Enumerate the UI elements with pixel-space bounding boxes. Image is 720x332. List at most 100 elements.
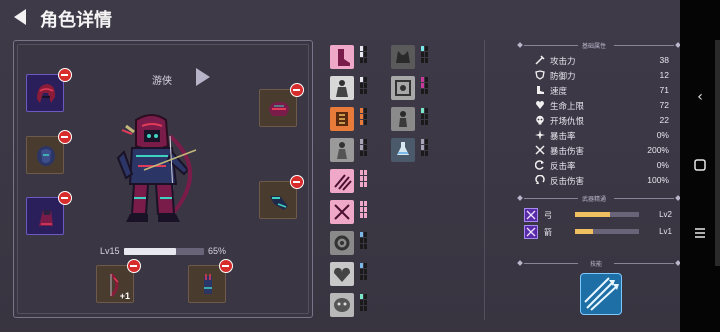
item-rank-pips: [360, 201, 368, 223]
item-rank-pips: [421, 77, 429, 99]
xp-bar: [124, 248, 204, 255]
stat-value: 0%: [656, 160, 669, 170]
stat-label: 暴击伤害: [550, 146, 585, 156]
stat-label: 攻击力: [550, 56, 576, 66]
scrollbar[interactable]: [715, 40, 720, 266]
counter-damage-icon: [535, 175, 545, 184]
inventory-item-boots-pink[interactable]: [330, 45, 354, 69]
panel-divider: [484, 40, 485, 320]
stat-row-max-hp: 生命上限 72: [535, 99, 669, 112]
system-menu-icon[interactable]: [680, 218, 720, 248]
cloak-icon: [269, 102, 289, 116]
stat-row-defense: 防御力 12: [535, 69, 669, 82]
weapon-level: Lv2: [659, 210, 672, 219]
class-name: 游侠: [152, 76, 172, 87]
unequip-bow-button[interactable]: [127, 259, 141, 273]
inventory-item-crossed-swords[interactable]: [330, 200, 354, 224]
stat-label: 速度: [550, 86, 568, 96]
potion-icon: [397, 142, 409, 155]
stat-value: 12: [659, 70, 669, 80]
stat-value: 71: [659, 85, 669, 95]
unequip-helmet-button[interactable]: [58, 68, 72, 82]
mastery-bar: [575, 229, 639, 234]
sword-icon: [535, 55, 545, 65]
item-rank-pips: [360, 263, 368, 285]
skill-section-title: 技能: [590, 262, 603, 268]
stat-value: 200%: [647, 145, 669, 155]
weapon-name: 箭: [544, 228, 552, 237]
stats-section-title: 基础属性: [582, 44, 607, 50]
stat-row-counter-damage: 反击伤害 100%: [535, 174, 669, 187]
weapon-mastery-arrow: 箭 Lv1: [524, 225, 674, 239]
item-rank-pips: [360, 170, 368, 192]
stat-row-speed: 速度 71: [535, 84, 669, 97]
stat-row-crit-damage: 暴击伤害 200%: [535, 144, 669, 157]
inventory-item-figure[interactable]: [330, 76, 354, 100]
crit-icon: [535, 130, 545, 140]
skill-section-header: 技能: [517, 259, 684, 269]
inventory-item-heart[interactable]: [330, 262, 354, 286]
stat-row-counter-rate: 反击率 0%: [535, 159, 669, 172]
mastery-bar-fill: [575, 212, 611, 217]
stat-label: 开场仇恨: [550, 116, 585, 126]
weapon-section-header: 武器精通: [517, 194, 684, 204]
inventory-item-rune[interactable]: [391, 76, 415, 100]
gloves-icon: [39, 210, 53, 226]
statue-icon: [399, 111, 407, 127]
skill-card-multishot[interactable]: [580, 273, 622, 315]
stat-label: 防御力: [550, 71, 576, 81]
figure-icon: [337, 142, 347, 159]
next-class-arrow-icon[interactable]: [196, 68, 210, 86]
stat-row-attack: 攻击力 38: [535, 54, 669, 67]
hero-sprite: [116, 114, 197, 222]
unequip-cloak-button[interactable]: [290, 83, 304, 97]
inventory-item-claw[interactable]: [330, 169, 354, 193]
page-title: 角色详情: [40, 10, 112, 31]
inventory-item-figure-gray[interactable]: [330, 138, 354, 162]
stat-value: 100%: [647, 175, 669, 185]
system-back-icon[interactable]: ‹: [680, 82, 720, 112]
equip-slot-helmet[interactable]: [26, 74, 64, 112]
weapon-section-title: 武器精通: [582, 197, 607, 203]
weapon-level: Lv1: [659, 227, 672, 236]
system-home-icon[interactable]: [680, 150, 720, 180]
figure-icon: [336, 80, 348, 97]
equip-slot-chest[interactable]: [26, 136, 64, 174]
mask-icon: [334, 298, 350, 312]
heart-icon: [536, 101, 544, 109]
item-rank-pips: [360, 139, 368, 161]
stat-label: 反击伤害: [550, 176, 585, 186]
unequip-arrow-button[interactable]: [219, 259, 233, 273]
claw-slash-icon: [334, 174, 352, 191]
bow-enhance-level: +1: [119, 291, 130, 301]
stat-row-crit-rate: 暴击率 0%: [535, 129, 669, 142]
crit-damage-icon: [535, 145, 545, 155]
counter-icon: [535, 160, 544, 170]
helmet-icon: [37, 84, 56, 103]
inventory-item-gear[interactable]: [330, 231, 354, 255]
system-nav-bar: ‹: [680, 0, 720, 332]
unequip-boots-button[interactable]: [290, 175, 304, 189]
mastery-bar-fill: [575, 229, 593, 234]
inventory-item-statue[interactable]: [391, 107, 415, 131]
equip-slot-gloves[interactable]: [26, 197, 64, 235]
heart-icon: [334, 267, 350, 282]
stat-row-threat: 开场仇恨 22: [535, 114, 669, 127]
inventory-item-mask[interactable]: [330, 293, 354, 317]
back-arrow-icon[interactable]: [14, 9, 26, 25]
stat-value: 38: [659, 55, 669, 65]
xp-bar-fill: [124, 248, 176, 255]
inventory-item-potion[interactable]: [391, 138, 415, 162]
multishot-arrows-icon: [584, 277, 619, 311]
stat-value: 72: [659, 100, 669, 110]
skull-icon: [536, 115, 544, 125]
unequip-chest-button[interactable]: [58, 130, 72, 144]
item-rank-pips: [360, 77, 368, 99]
inventory-item-wolf[interactable]: [391, 45, 415, 69]
stat-label: 生命上限: [550, 101, 585, 111]
unequip-gloves-button[interactable]: [58, 191, 72, 205]
inventory-item-armor-orange[interactable]: [330, 107, 354, 131]
quiver-icon: [204, 274, 212, 294]
item-rank-pips: [421, 108, 429, 130]
boot-icon: [537, 86, 544, 94]
